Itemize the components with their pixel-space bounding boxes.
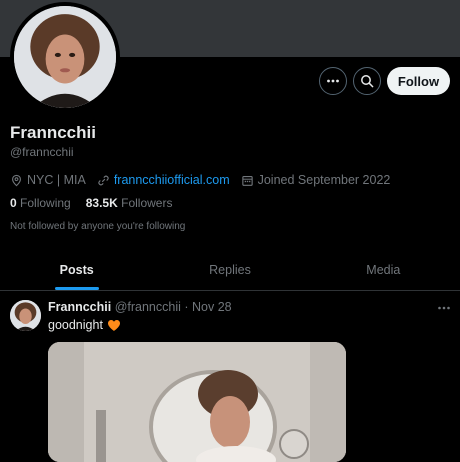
- tab-media-label: Media: [366, 263, 401, 277]
- tweet[interactable]: Franncchii @franncchii · Nov 28 goodnigh…: [0, 291, 460, 462]
- tweet-text: goodnight: [48, 318, 121, 332]
- tweet-text-content: goodnight: [48, 318, 103, 332]
- tab-posts[interactable]: Posts: [0, 250, 153, 290]
- tab-replies[interactable]: Replies: [153, 250, 306, 290]
- tweet-more-icon[interactable]: [437, 302, 451, 314]
- following-count: 0: [10, 196, 17, 210]
- tweet-avatar[interactable]: [10, 300, 41, 331]
- website-link[interactable]: franncchiiofficial.com: [114, 173, 230, 187]
- tab-media[interactable]: Media: [307, 250, 460, 290]
- profile-handle: @franncchii: [10, 145, 74, 159]
- profile-display-name: Franncchii: [10, 123, 96, 142]
- search-icon: [361, 75, 374, 88]
- follow-button[interactable]: Follow: [387, 67, 450, 95]
- profile-meta: NYC | MIA franncchiiofficial.com Joined …: [10, 172, 401, 188]
- location-item: NYC | MIA: [10, 173, 86, 187]
- joined-text: Joined September 2022: [257, 173, 391, 187]
- tweet-header: Franncchii @franncchii · Nov 28: [48, 300, 232, 314]
- more-icon: [327, 79, 339, 83]
- followers-count: 83.5K: [85, 196, 118, 210]
- tab-replies-label: Replies: [209, 263, 251, 277]
- follow-counts: 0 Following 83.5K Followers: [10, 196, 187, 210]
- tweet-media-image[interactable]: [48, 342, 346, 462]
- tab-posts-label: Posts: [59, 263, 94, 277]
- location-text: NYC | MIA: [27, 173, 86, 187]
- profile-avatar-frame[interactable]: [10, 2, 120, 112]
- more-options-button[interactable]: [319, 67, 347, 95]
- joined-item: Joined September 2022: [241, 173, 391, 187]
- tweet-date[interactable]: Nov 28: [192, 300, 232, 314]
- tweet-author-handle[interactable]: @franncchii: [115, 300, 181, 314]
- not-followed-note: Not followed by anyone you're following: [10, 221, 186, 232]
- profile-avatar[interactable]: [14, 6, 116, 108]
- orange-heart-icon: [107, 319, 120, 331]
- profile-tabs: Posts Replies Media: [0, 250, 460, 291]
- location-pin-icon: [12, 174, 21, 186]
- tweet-author-name[interactable]: Franncchii: [48, 300, 111, 314]
- calendar-icon: [241, 175, 253, 186]
- tweet-separator: ·: [184, 300, 189, 314]
- following-label: Following: [20, 196, 71, 210]
- following-count-link[interactable]: 0 Following: [10, 196, 71, 210]
- active-tab-indicator: [54, 287, 99, 290]
- followers-label: Followers: [121, 196, 173, 210]
- link-icon: [98, 175, 109, 185]
- search-profile-button[interactable]: [353, 67, 381, 95]
- website-item[interactable]: franncchiiofficial.com: [97, 173, 230, 187]
- followers-count-link[interactable]: 83.5K Followers: [86, 196, 173, 210]
